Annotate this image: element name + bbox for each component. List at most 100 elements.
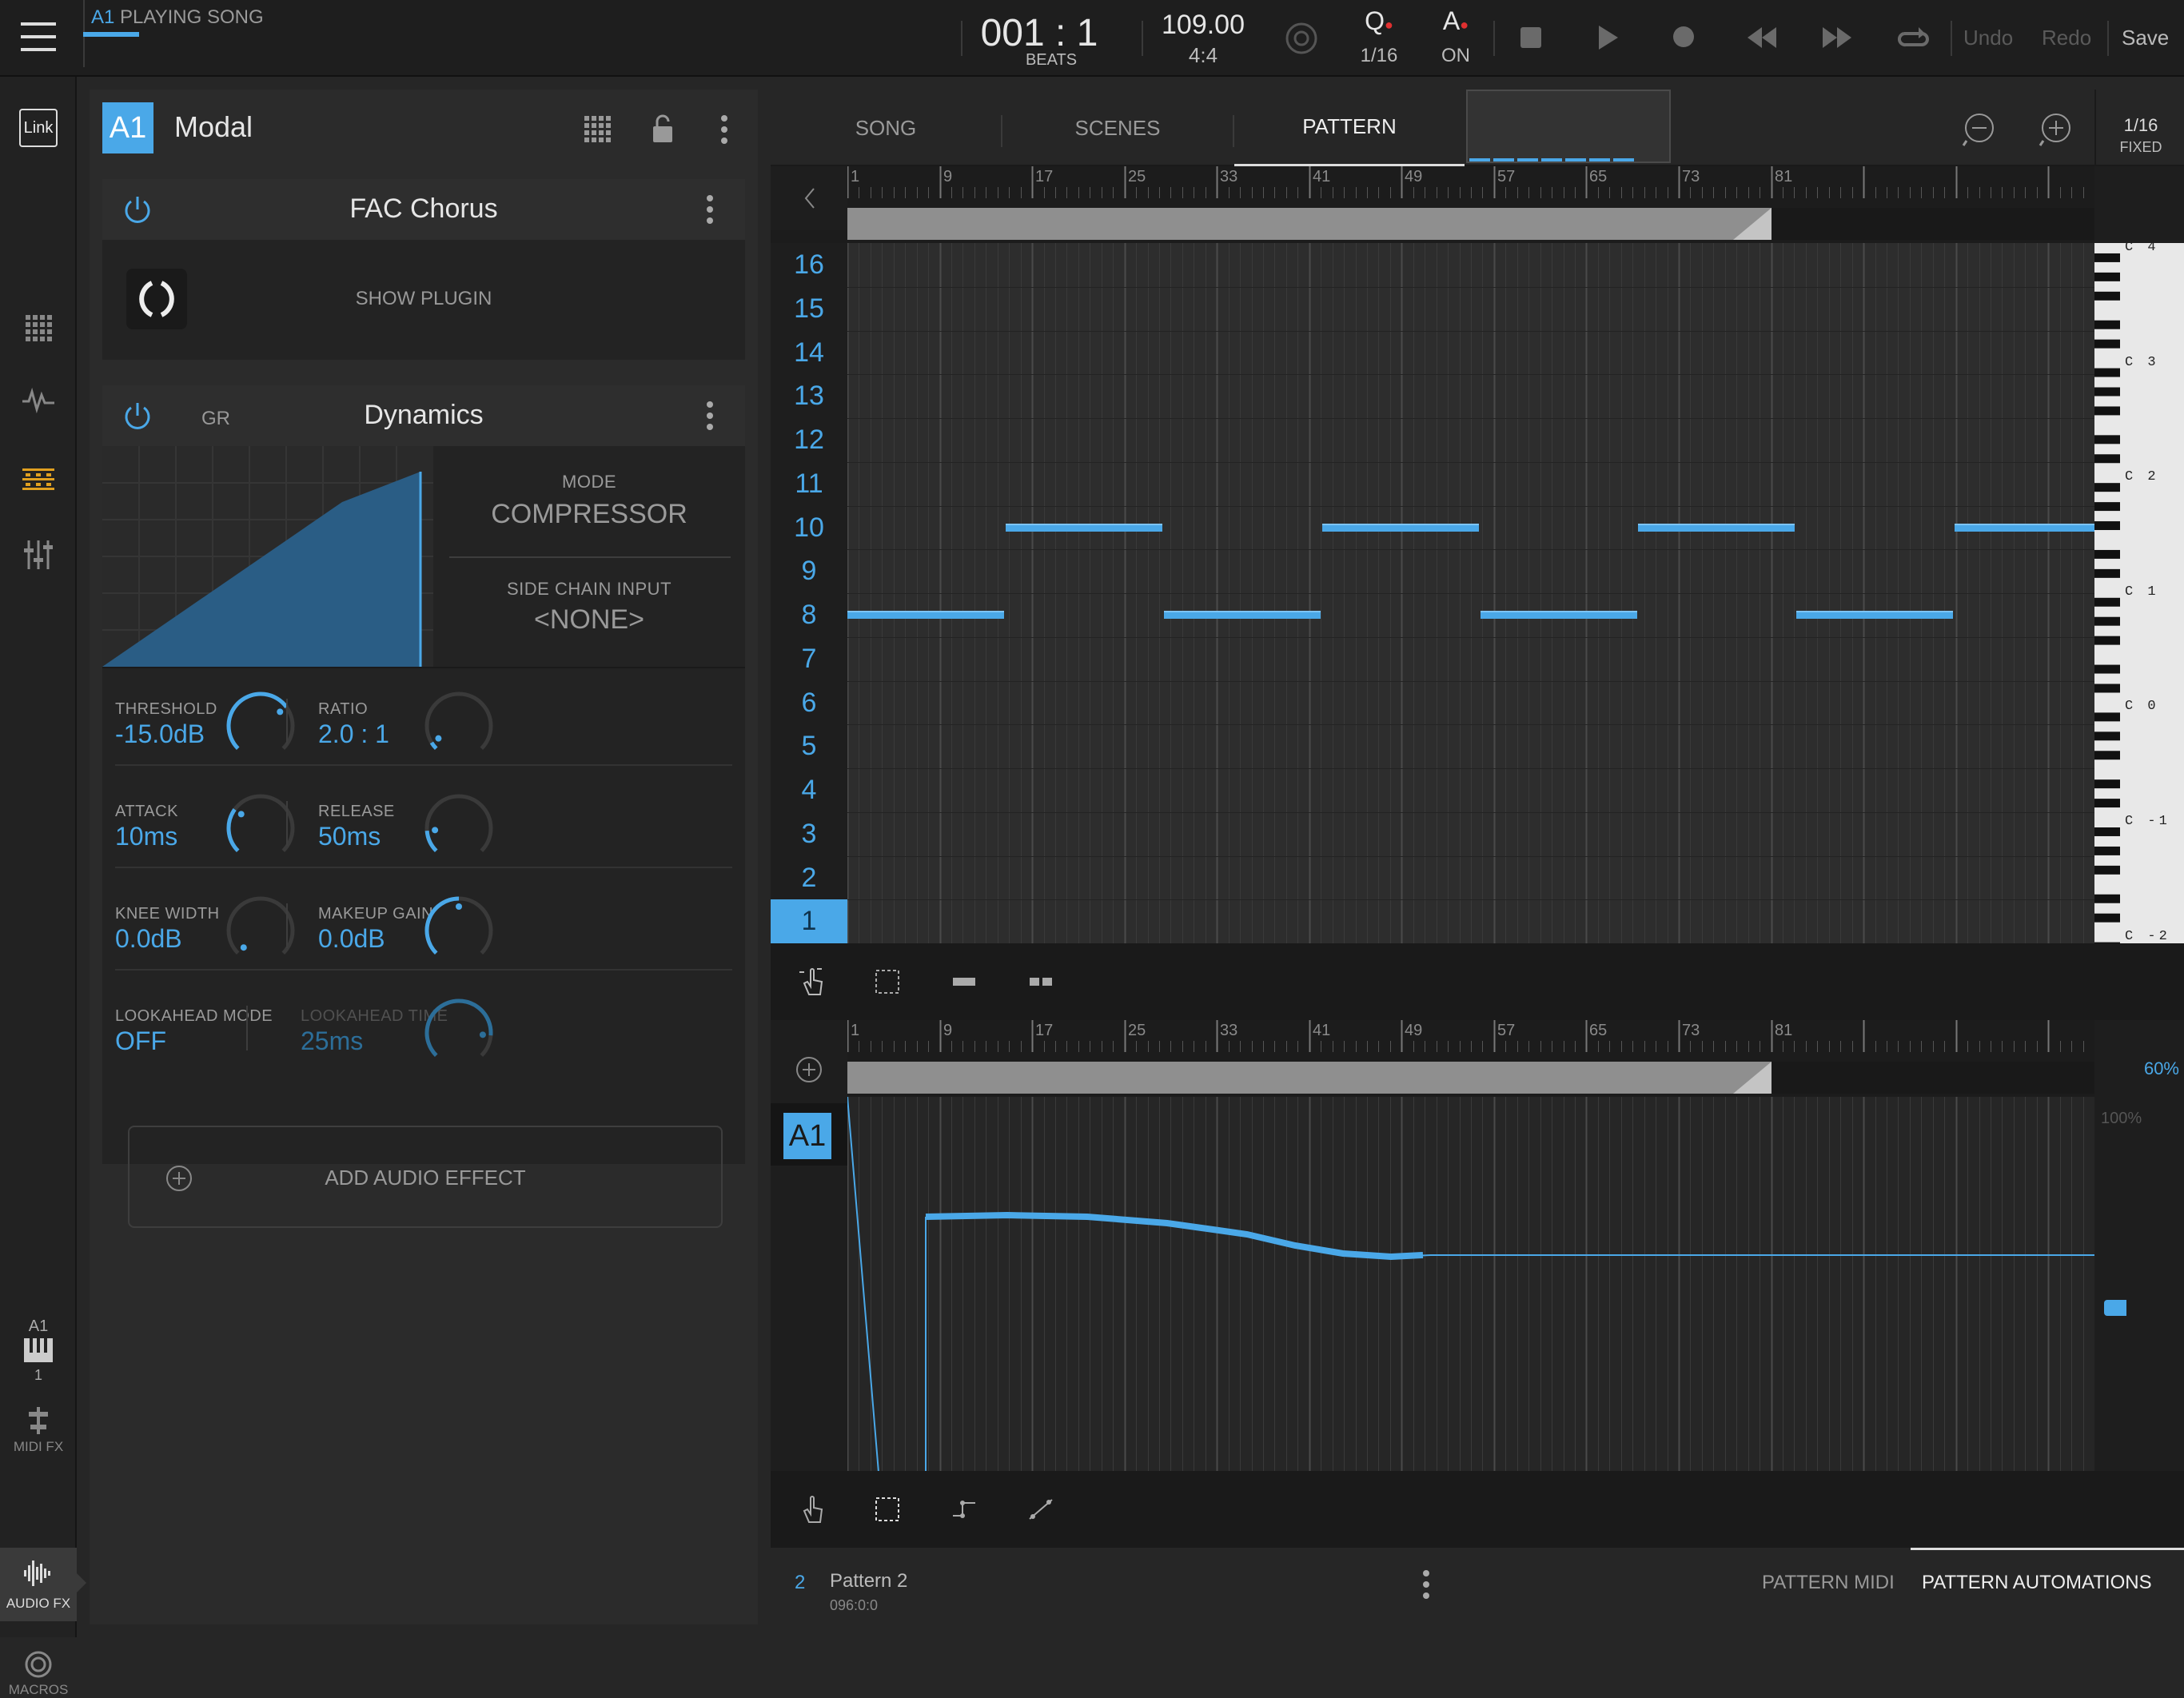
more-options-icon[interactable] (719, 114, 729, 145)
midi-note[interactable] (1796, 611, 1953, 619)
row-number[interactable]: 4 (771, 768, 847, 812)
pattern-overview[interactable] (1466, 90, 1671, 163)
play-icon[interactable] (1596, 24, 1620, 51)
midi-note[interactable] (1006, 524, 1162, 532)
piano-keyboard[interactable]: C 4 C 3 C 2 C 1 C 0 C -1 C -2 (2094, 166, 2184, 943)
collapse-button[interactable] (771, 166, 847, 230)
more-options-icon[interactable] (1421, 1568, 1431, 1600)
mode-selector[interactable]: COMPRESSOR (433, 499, 745, 530)
loop-region-bar[interactable] (847, 208, 2094, 240)
grid-resolution[interactable]: 1/16 (2098, 115, 2184, 136)
grid-view-icon[interactable] (584, 115, 611, 142)
loop-icon[interactable] (1897, 24, 1930, 51)
add-audio-effect-button[interactable]: ADD AUDIO EFFECT (128, 1126, 723, 1228)
save-button[interactable]: Save (2122, 26, 2169, 50)
loop-end-handle[interactable] (1733, 208, 1772, 240)
instrument-icon[interactable] (24, 1338, 53, 1362)
param-value[interactable]: 25ms (301, 1026, 363, 1056)
row-number[interactable]: 13 (771, 374, 847, 418)
automation-loop-bar[interactable] (847, 1062, 2094, 1094)
tab-pattern-automations[interactable]: PATTERN AUTOMATIONS (1922, 1572, 2152, 1594)
undo-button[interactable]: Undo (1963, 26, 2013, 50)
midi-note[interactable] (847, 611, 1004, 619)
grid-icon[interactable] (24, 313, 53, 342)
draw-note-icon[interactable] (948, 966, 980, 998)
pattern-name[interactable]: Pattern 2 (830, 1570, 907, 1592)
sidechain-selector[interactable]: <NONE> (433, 604, 745, 636)
link-button[interactable]: Link (19, 109, 58, 147)
note-grid[interactable] (847, 243, 2094, 943)
tab-scenes[interactable]: SCENES (1002, 90, 1233, 166)
row-number[interactable]: 11 (771, 462, 847, 506)
select-rectangle-icon[interactable] (871, 966, 903, 998)
tempo-display[interactable]: 109.00 (1151, 10, 1255, 41)
midi-fx-icon[interactable] (27, 1407, 50, 1434)
row-number[interactable]: 7 (771, 637, 847, 681)
midi-note[interactable] (1164, 611, 1321, 619)
audio-fx-tab[interactable]: AUDIO FX (0, 1548, 86, 1621)
more-options-icon[interactable] (705, 400, 715, 432)
param-value[interactable]: 0.0dB (115, 924, 182, 954)
row-number[interactable]: 6 (771, 681, 847, 725)
line-curve-icon[interactable] (1025, 1493, 1057, 1525)
param-value[interactable]: -15.0dB (115, 719, 205, 749)
row-number[interactable]: 3 (771, 812, 847, 856)
automation-level-handle[interactable] (2104, 1300, 2126, 1316)
sequencer-icon[interactable] (22, 465, 54, 494)
timeline-ruler[interactable]: 1 9 17 25 33 41 49 57 65 73 81 (847, 166, 2094, 198)
position-display[interactable]: 001 : 1 (975, 11, 1103, 55)
param-knob[interactable] (419, 993, 499, 1073)
step-curve-icon[interactable] (948, 1493, 980, 1525)
quantize-button[interactable]: Q● (1351, 6, 1407, 36)
rewind-icon[interactable] (1746, 26, 1778, 50)
row-number[interactable]: 1 (771, 899, 847, 943)
more-options-icon[interactable] (705, 193, 715, 225)
param-knob[interactable] (221, 686, 301, 766)
param-value[interactable]: 50ms (318, 822, 381, 851)
touch-edit-icon[interactable] (796, 1493, 828, 1525)
macros-label[interactable]: MACROS (0, 1682, 77, 1698)
row-number[interactable]: 5 (771, 724, 847, 768)
row-number[interactable]: 9 (771, 549, 847, 593)
row-number[interactable]: 2 (771, 856, 847, 900)
row-number[interactable]: 8 (771, 593, 847, 637)
midi-note[interactable] (1481, 611, 1637, 619)
midi-note[interactable] (1322, 524, 1479, 532)
midi-fx-label[interactable]: MIDI FX (0, 1439, 77, 1455)
param-knob[interactable] (221, 891, 301, 971)
show-plugin-button[interactable]: SHOW PLUGIN (102, 288, 745, 310)
touch-edit-icon[interactable] (796, 966, 828, 998)
macros-icon[interactable] (24, 1650, 53, 1679)
zoom-in-icon[interactable] (2039, 112, 2074, 147)
tab-song[interactable]: SONG (771, 90, 1001, 166)
metronome-icon[interactable] (1284, 21, 1319, 56)
param-value[interactable]: 10ms (115, 822, 177, 851)
automation-loop-end-handle[interactable] (1733, 1062, 1772, 1094)
midi-note[interactable] (1955, 524, 2094, 532)
redo-button[interactable]: Redo (2042, 26, 2091, 50)
param-knob[interactable] (221, 788, 301, 868)
param-value[interactable]: 2.0 : 1 (318, 719, 389, 749)
menu-icon[interactable] (21, 22, 56, 51)
record-icon[interactable] (1671, 24, 1696, 50)
param-knob[interactable] (419, 686, 499, 766)
compressor-curve-graph[interactable] (102, 446, 433, 667)
automation-track-badge[interactable]: A1 (783, 1113, 831, 1159)
tab-pattern-midi[interactable]: PATTERN MIDI (1762, 1572, 1895, 1594)
automation-ruler[interactable]: 1 9 17 25 33 41 49 57 65 73 81 (847, 1020, 2094, 1052)
row-number[interactable]: 15 (771, 287, 847, 331)
split-note-icon[interactable] (1025, 966, 1057, 998)
param-knob[interactable] (419, 788, 499, 868)
time-signature[interactable]: 4:4 (1151, 43, 1255, 68)
param-knob[interactable] (419, 891, 499, 971)
tab-pattern[interactable]: PATTERN (1234, 90, 1465, 166)
stop-icon[interactable] (1519, 26, 1543, 50)
select-rectangle-icon[interactable] (871, 1493, 903, 1525)
param-value[interactable]: OFF (115, 1026, 166, 1056)
fast-forward-icon[interactable] (1821, 26, 1853, 50)
midi-note[interactable] (1638, 524, 1795, 532)
row-number[interactable]: 16 (771, 243, 847, 287)
mixer-icon[interactable] (22, 539, 54, 571)
row-number[interactable]: 14 (771, 331, 847, 375)
row-number[interactable]: 10 (771, 506, 847, 550)
